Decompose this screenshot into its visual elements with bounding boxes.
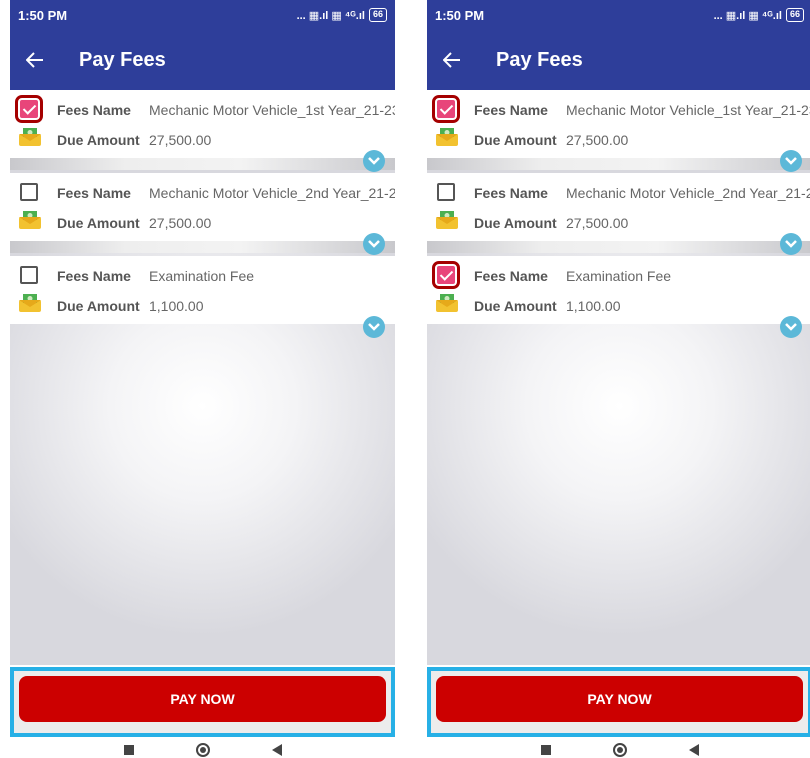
due-amount-value: 27,500.00 [149,132,212,148]
page-title: Pay Fees [79,48,166,71]
app-bar: Pay Fees [427,30,810,90]
fee-name-row: Fees Name Mechanic Motor Vehicle_1st Yea… [57,102,395,118]
due-amount-row: Due Amount 1,100.00 [57,298,204,314]
fee-card: Fees Name Mechanic Motor Vehicle_2nd Yea… [427,173,810,255]
triangle-back-icon[interactable] [271,743,282,756]
circle-home-icon[interactable] [612,742,627,757]
money-envelope-icon [19,294,41,312]
arrow-left-icon[interactable] [427,30,477,90]
square-icon[interactable] [540,744,551,755]
fee-checkbox[interactable] [15,95,43,123]
fee-card: Fees Name Examination Fee Due Amount 1,1… [10,256,395,338]
fee-name-label: Fees Name [474,185,548,201]
fee-name-row: Fees Name Mechanic Motor Vehicle_2nd Yea… [57,185,395,201]
fee-name-value: Mechanic Motor Vehicle_1st Year_21-23 [566,102,810,118]
fee-card: Fees Name Mechanic Motor Vehicle_1st Yea… [10,90,395,172]
due-amount-label: Due Amount [474,215,557,231]
card-divider [10,158,395,170]
status-bar: 1:50 PM ... ▦.ıl ▦ ⁴ᴳ.ıl 66 [10,0,395,30]
status-bar: 1:50 PM ... ▦.ıl ▦ ⁴ᴳ.ıl 66 [427,0,810,30]
fee-checkbox[interactable] [20,183,38,201]
pay-now-button[interactable]: PAY NOW [19,676,386,722]
status-icons: ... ▦.ıl ▦ ⁴ᴳ.ıl 66 [297,8,387,22]
fee-name-label: Fees Name [474,268,548,284]
due-amount-label: Due Amount [57,298,140,314]
due-amount-label: Due Amount [57,132,140,148]
status-time: 1:50 PM [435,7,485,23]
due-amount-label: Due Amount [474,298,557,314]
due-amount-label: Due Amount [57,215,140,231]
chevron-down-icon[interactable] [780,316,802,338]
due-amount-value: 1,100.00 [149,298,204,314]
due-amount-row: Due Amount 27,500.00 [474,132,628,148]
triangle-back-icon[interactable] [688,743,699,756]
money-envelope-icon [19,211,41,229]
system-nav-bar [10,741,395,758]
status-icons: ... ▦.ıl ▦ ⁴ᴳ.ıl 66 [714,8,804,22]
fee-name-label: Fees Name [57,102,131,118]
signal-icons: ... ▦.ıl ▦ ⁴ᴳ.ıl [713,9,782,22]
chevron-down-icon[interactable] [780,233,802,255]
fee-name-value: Mechanic Motor Vehicle_1st Year_21-23 [149,102,395,118]
due-amount-row: Due Amount 27,500.00 [57,215,211,231]
due-amount-row: Due Amount 27,500.00 [474,215,628,231]
fee-name-row: Fees Name Examination Fee [474,268,671,284]
fee-card: Fees Name Examination Fee Due Amount 1,1… [427,256,810,338]
battery-icon: 66 [368,8,387,22]
arrow-left-icon[interactable] [10,30,60,90]
fee-card: Fees Name Mechanic Motor Vehicle_2nd Yea… [10,173,395,255]
fee-name-label: Fees Name [57,268,131,284]
status-time: 1:50 PM [18,7,68,23]
pay-now-container: PAY NOW [427,667,810,737]
due-amount-value: 1,100.00 [566,298,621,314]
app-bar: Pay Fees [10,30,395,90]
fee-name-row: Fees Name Mechanic Motor Vehicle_1st Yea… [474,102,810,118]
money-envelope-icon [436,211,458,229]
card-divider [427,241,810,253]
fee-checkbox[interactable] [432,261,460,289]
fee-name-value: Examination Fee [149,268,255,284]
fee-checkbox[interactable] [20,266,38,284]
card-divider [427,158,810,170]
due-amount-value: 27,500.00 [566,132,629,148]
fee-list: Fees Name Mechanic Motor Vehicle_1st Yea… [427,90,810,665]
money-envelope-icon [436,294,458,312]
pay-now-button[interactable]: PAY NOW [436,676,803,722]
money-envelope-icon [436,128,458,146]
fee-name-value: Mechanic Motor Vehicle_2nd Year_21-23 [149,185,395,201]
battery-icon: 66 [785,8,804,22]
due-amount-row: Due Amount 1,100.00 [474,298,621,314]
chevron-down-icon[interactable] [363,150,385,172]
due-amount-value: 27,500.00 [566,215,629,231]
fee-name-value: Mechanic Motor Vehicle_2nd Year_21-23 [566,185,810,201]
signal-icons: ... ▦.ıl ▦ ⁴ᴳ.ıl [296,9,365,22]
fee-list: Fees Name Mechanic Motor Vehicle_1st Yea… [10,90,395,665]
due-amount-label: Due Amount [474,132,557,148]
fee-name-row: Fees Name Mechanic Motor Vehicle_2nd Yea… [474,185,810,201]
phone-screen-right: 1:50 PM ... ▦.ıl ▦ ⁴ᴳ.ıl 66 Pay Fees Fee… [427,0,810,758]
fee-checkbox[interactable] [437,183,455,201]
fee-name-label: Fees Name [57,185,131,201]
fee-card: Fees Name Mechanic Motor Vehicle_1st Yea… [427,90,810,172]
fee-name-label: Fees Name [474,102,548,118]
page-title: Pay Fees [496,48,583,71]
pay-now-container: PAY NOW [10,667,395,737]
money-envelope-icon [19,128,41,146]
due-amount-value: 27,500.00 [149,215,212,231]
phone-screen-left: 1:50 PM ... ▦.ıl ▦ ⁴ᴳ.ıl 66 Pay Fees Fee… [10,0,395,758]
chevron-down-icon[interactable] [780,150,802,172]
system-nav-bar [427,741,810,758]
due-amount-row: Due Amount 27,500.00 [57,132,211,148]
chevron-down-icon[interactable] [363,233,385,255]
fee-name-value: Examination Fee [566,268,672,284]
circle-home-icon[interactable] [195,742,210,757]
chevron-down-icon[interactable] [363,316,385,338]
square-icon[interactable] [123,744,134,755]
fee-checkbox[interactable] [432,95,460,123]
card-divider [10,241,395,253]
fee-name-row: Fees Name Examination Fee [57,268,254,284]
